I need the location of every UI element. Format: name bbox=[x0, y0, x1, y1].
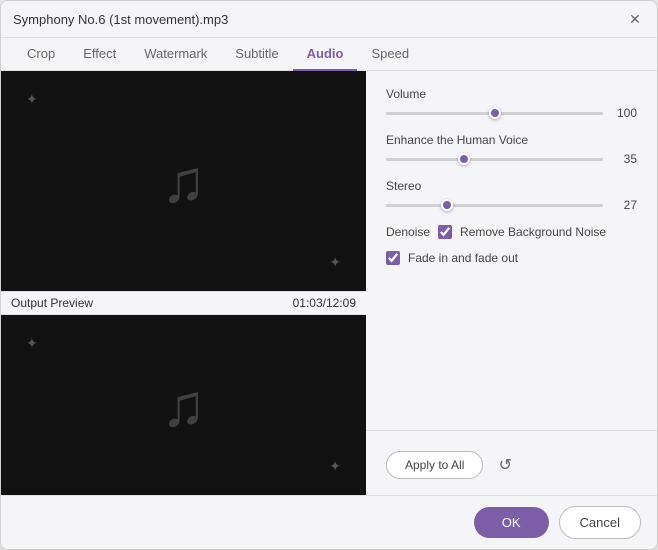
stereo-slider[interactable] bbox=[386, 204, 603, 207]
right-panel: Volume 100 Enhance the Human Voice 35 bbox=[366, 71, 657, 495]
stereo-slider-row: 27 bbox=[386, 197, 637, 213]
fade-checkbox[interactable] bbox=[386, 251, 400, 265]
fade-row: Fade in and fade out bbox=[386, 251, 637, 265]
tab-speed[interactable]: Speed bbox=[357, 38, 423, 71]
denoise-row: Denoise Remove Background Noise bbox=[386, 225, 637, 239]
remove-bg-checkbox[interactable] bbox=[438, 225, 452, 239]
music-note-bottom-icon: ♫ bbox=[161, 371, 206, 440]
tab-effect[interactable]: Effect bbox=[69, 38, 130, 71]
spacer bbox=[386, 277, 637, 418]
close-button[interactable]: ✕ bbox=[625, 9, 645, 29]
footer: OK Cancel bbox=[1, 495, 657, 549]
output-preview-bar: Output Preview 01:03/12:09 bbox=[1, 291, 366, 315]
tab-subtitle[interactable]: Subtitle bbox=[221, 38, 292, 71]
cancel-button[interactable]: Cancel bbox=[559, 506, 641, 539]
enhance-label: Enhance the Human Voice bbox=[386, 133, 637, 147]
top-preview: ✦ ♫ ✦ bbox=[1, 71, 366, 291]
enhance-slider-container bbox=[386, 151, 603, 167]
refresh-button[interactable]: ↺ bbox=[493, 453, 517, 477]
enhance-value: 35 bbox=[611, 152, 637, 166]
sparkle-bottom-right-icon: ✦ bbox=[329, 254, 341, 271]
app-window: Symphony No.6 (1st movement).mp3 ✕ Crop … bbox=[0, 0, 658, 550]
ok-button[interactable]: OK bbox=[474, 507, 549, 538]
volume-value: 100 bbox=[611, 106, 637, 120]
main-content: ✦ ♫ ✦ Output Preview 01:03/12:09 ✦ ♫ ✦ ◀… bbox=[1, 71, 657, 495]
music-note-top-icon: ♫ bbox=[161, 147, 206, 216]
denoise-label: Denoise bbox=[386, 225, 430, 239]
volume-control: Volume 100 bbox=[386, 87, 637, 121]
sparkle-bottom-preview-br-icon: ✦ bbox=[329, 458, 341, 475]
apply-row: Apply to All ↺ bbox=[386, 443, 637, 479]
left-panel: ✦ ♫ ✦ Output Preview 01:03/12:09 ✦ ♫ ✦ ◀… bbox=[1, 71, 366, 495]
output-preview-label: Output Preview bbox=[11, 296, 93, 310]
tab-watermark[interactable]: Watermark bbox=[130, 38, 221, 71]
tab-audio[interactable]: Audio bbox=[293, 38, 358, 71]
enhance-slider[interactable] bbox=[386, 158, 603, 161]
stereo-control: Stereo 27 bbox=[386, 179, 637, 213]
timestamp-display: 01:03/12:09 bbox=[293, 296, 356, 310]
fade-label: Fade in and fade out bbox=[408, 251, 518, 265]
bottom-preview: ✦ ♫ ✦ bbox=[1, 315, 366, 495]
enhance-control: Enhance the Human Voice 35 bbox=[386, 133, 637, 167]
remove-bg-label: Remove Background Noise bbox=[460, 225, 606, 239]
titlebar: Symphony No.6 (1st movement).mp3 ✕ bbox=[1, 1, 657, 38]
enhance-slider-row: 35 bbox=[386, 151, 637, 167]
window-title: Symphony No.6 (1st movement).mp3 bbox=[13, 12, 228, 27]
volume-slider-container bbox=[386, 105, 603, 121]
sparkle-top-left-icon: ✦ bbox=[26, 91, 38, 108]
tab-bar: Crop Effect Watermark Subtitle Audio Spe… bbox=[1, 38, 657, 71]
stereo-label: Stereo bbox=[386, 179, 637, 193]
volume-label: Volume bbox=[386, 87, 637, 101]
stereo-slider-container bbox=[386, 197, 603, 213]
volume-slider-row: 100 bbox=[386, 105, 637, 121]
volume-slider[interactable] bbox=[386, 112, 603, 115]
bottom-divider bbox=[366, 430, 657, 431]
tab-crop[interactable]: Crop bbox=[13, 38, 69, 71]
sparkle-bottom-preview-tl-icon: ✦ bbox=[26, 335, 38, 352]
stereo-value: 27 bbox=[611, 198, 637, 212]
apply-all-button[interactable]: Apply to All bbox=[386, 451, 483, 479]
